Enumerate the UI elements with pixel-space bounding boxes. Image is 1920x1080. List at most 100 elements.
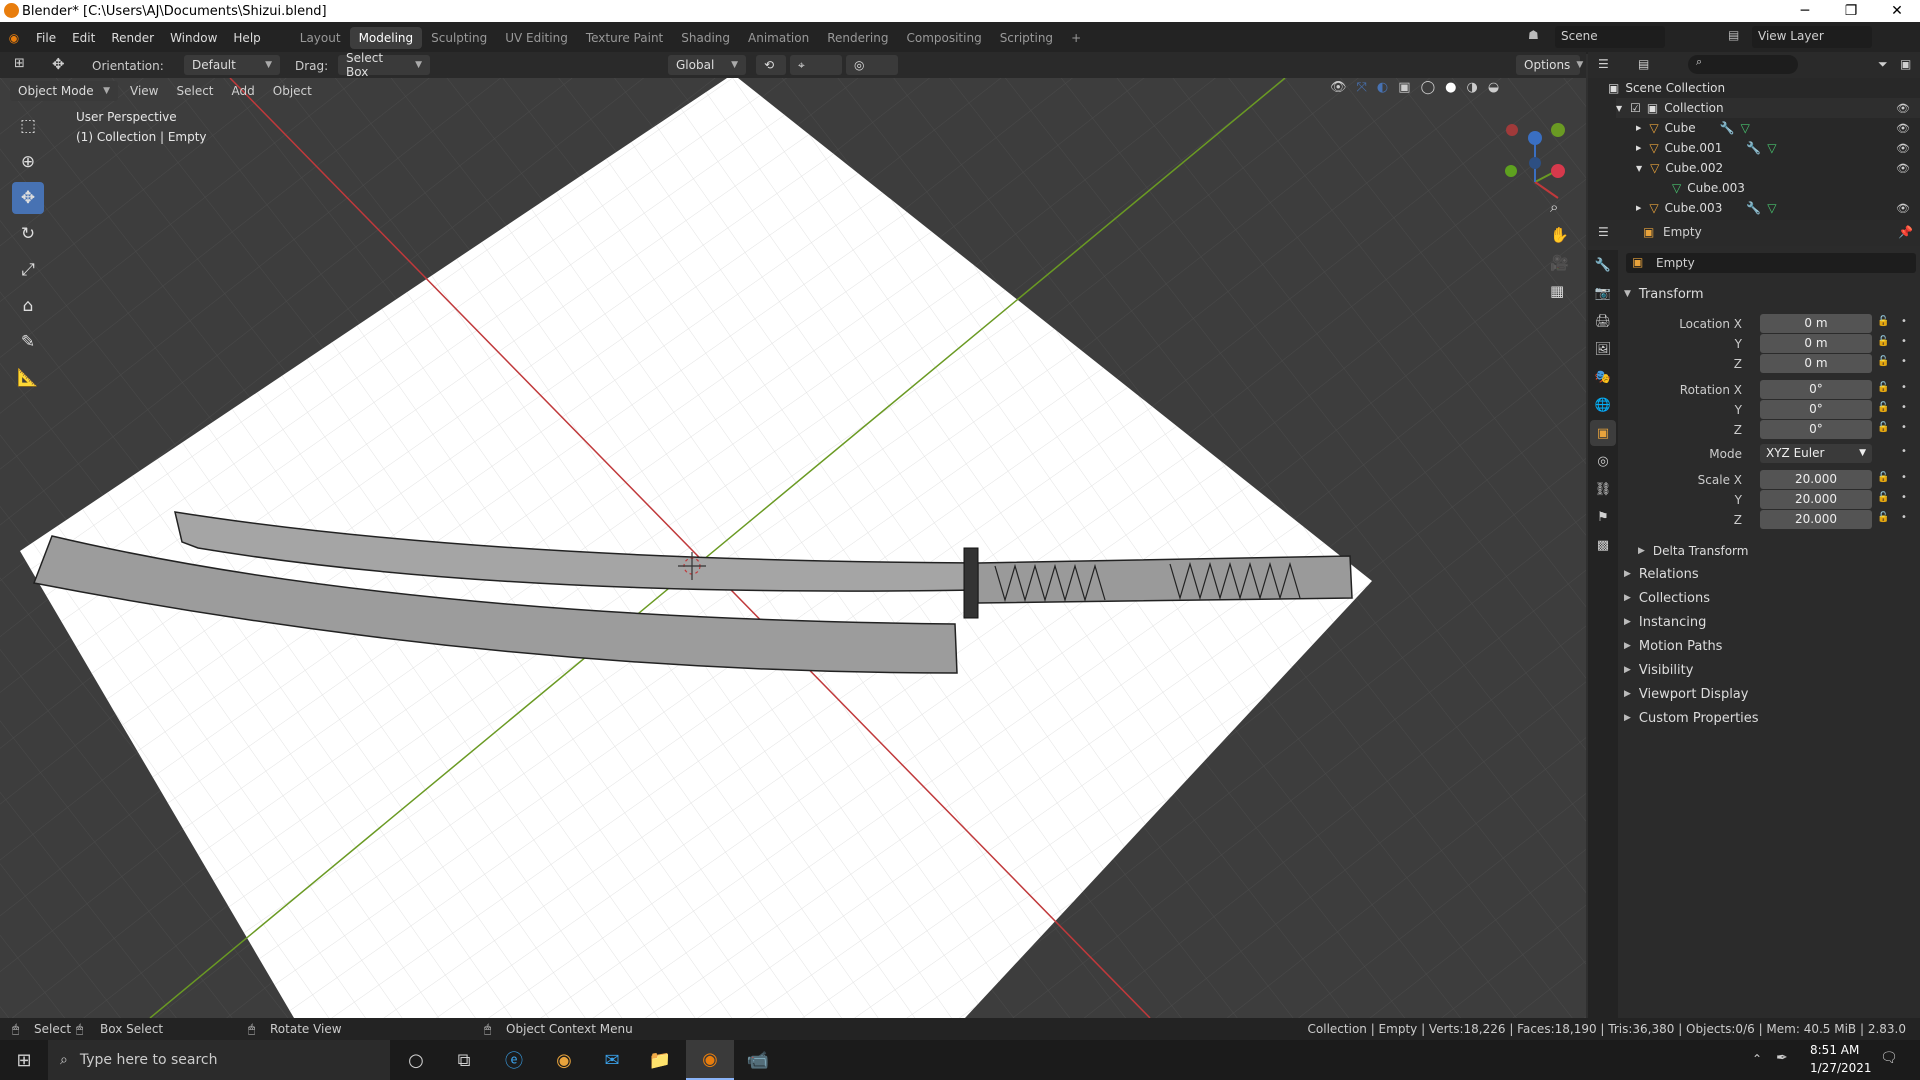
orientation-dropdown[interactable]: Default ▼ (184, 55, 280, 75)
keyframe-dot-icon[interactable]: • (1901, 472, 1907, 483)
keyframe-dot-icon[interactable]: • (1901, 316, 1907, 327)
view-layer-tab-icon[interactable]: 🖼 (1590, 336, 1616, 362)
scene-selector[interactable]: Scene (1555, 26, 1665, 48)
render-tab-icon[interactable]: 📷 (1590, 280, 1616, 306)
transform-section-header[interactable]: ▼ Transform (1624, 283, 1704, 305)
tab-modeling[interactable]: Modeling (349, 27, 423, 49)
task-view-icon[interactable]: ⧉ (440, 1040, 488, 1080)
viewport-canvas[interactable] (0, 78, 1586, 1018)
outliner-item-cube-003[interactable]: ▶ ▽ Cube.003 🔧 ▽ 👁 (1636, 198, 1920, 218)
view-layer-selector[interactable]: View Layer (1752, 26, 1872, 48)
keyframe-dot-icon[interactable]: • (1901, 382, 1907, 393)
delta-transform-section[interactable]: ▶ Delta Transform (1638, 540, 1748, 562)
transform-tool-icon[interactable]: ⌂ (12, 290, 44, 322)
menu-window[interactable]: Window (162, 31, 225, 45)
select-box-tool-icon[interactable]: ⬚ (12, 110, 44, 142)
instancing-section[interactable]: ▶ Instancing (1624, 611, 1706, 633)
lock-icon[interactable]: 🔓 (1877, 336, 1889, 347)
lock-icon[interactable]: 🔓 (1877, 356, 1889, 367)
keyframe-dot-icon[interactable]: • (1901, 356, 1907, 367)
blender-menu-icon[interactable]: ◉ (0, 31, 28, 45)
minimize-button[interactable]: ─ (1782, 0, 1828, 22)
notifications-icon[interactable]: 🗨 (1880, 1050, 1898, 1066)
properties-editor-type-icon[interactable]: ☰ (1598, 225, 1609, 239)
tab-sculpting[interactable]: Sculpting (422, 27, 496, 49)
cortana-icon[interactable]: ○ (392, 1040, 440, 1080)
location-z-field[interactable]: 0 m (1760, 354, 1872, 373)
restore-button[interactable]: ❐ (1828, 0, 1874, 22)
rotate-tool-icon[interactable]: ↻ (12, 218, 44, 250)
cursor-tool-icon[interactable]: ⊕ (12, 146, 44, 178)
tab-scripting[interactable]: Scripting (991, 27, 1062, 49)
object-name-field[interactable]: Empty (1626, 253, 1916, 273)
display-mode-icon[interactable]: ▤ (1638, 57, 1649, 71)
scale-x-field[interactable]: 20.000 (1760, 470, 1872, 489)
rotation-z-field[interactable]: 0° (1760, 420, 1872, 439)
file-explorer-icon[interactable]: 📁 (636, 1040, 684, 1080)
menu-file[interactable]: File (28, 31, 64, 45)
menu-view[interactable]: View (124, 81, 164, 101)
tool-tab-icon[interactable]: 🔧 (1590, 252, 1616, 278)
tab-shading[interactable]: Shading (672, 27, 739, 49)
close-button[interactable]: ✕ (1874, 0, 1920, 22)
tab-animation[interactable]: Animation (739, 27, 818, 49)
chevron-right-icon[interactable]: ▶ (1636, 124, 1641, 132)
collections-section[interactable]: ▶ Collections (1624, 587, 1710, 609)
eye-icon[interactable]: 👁 (1896, 102, 1910, 115)
texture-tab-icon[interactable]: ▩ (1590, 532, 1616, 558)
mode-dropdown[interactable]: Object Mode ▼ (10, 81, 118, 101)
visibility-section[interactable]: ▶ Visibility (1624, 659, 1693, 681)
blender-taskbar-icon[interactable]: ◉ (686, 1040, 734, 1080)
world-tab-icon[interactable]: 🌐 (1590, 392, 1616, 418)
chevron-right-icon[interactable]: ▶ (1636, 144, 1641, 152)
menu-render[interactable]: Render (103, 31, 162, 45)
object-type-icon[interactable]: ▣ (1632, 255, 1643, 269)
outliner-collection[interactable]: ▼ ☑ ▣ Collection 👁 (1616, 98, 1920, 118)
mail-icon[interactable]: ✉ (588, 1040, 636, 1080)
scale-y-field[interactable]: 20.000 (1760, 490, 1872, 509)
tab-texture-paint[interactable]: Texture Paint (577, 27, 672, 49)
proportional-edit-button[interactable]: ◎ (846, 55, 898, 75)
scale-tool-icon[interactable]: ⤢ (12, 254, 44, 286)
measure-tool-icon[interactable]: 📐 (12, 362, 44, 394)
gizmo-icon[interactable]: ⤧ (1357, 80, 1367, 95)
lock-icon[interactable]: 🔓 (1877, 422, 1889, 433)
lock-icon[interactable]: 🔓 (1877, 402, 1889, 413)
menu-help[interactable]: Help (225, 31, 268, 45)
lock-icon[interactable]: 🔓 (1877, 472, 1889, 483)
snap-button[interactable]: ⌖ (790, 55, 842, 75)
keyframe-dot-icon[interactable]: • (1901, 512, 1907, 523)
tab-uv-editing[interactable]: UV Editing (496, 27, 577, 49)
options-dropdown[interactable]: Options ▼ (1516, 55, 1583, 75)
motion-paths-section[interactable]: ▶ Motion Paths (1624, 635, 1722, 657)
keyframe-dot-icon[interactable]: • (1901, 422, 1907, 433)
location-y-field[interactable]: 0 m (1760, 334, 1872, 353)
checkbox-icon[interactable]: ☑ (1630, 101, 1641, 115)
camera-icon[interactable]: 🎥 (1550, 254, 1569, 272)
xray-icon[interactable]: ▣ (1398, 80, 1410, 95)
outliner-editor-type-icon[interactable]: ☰ (1598, 57, 1609, 71)
rotation-y-field[interactable]: 0° (1760, 400, 1872, 419)
eye-icon[interactable]: 👁 (1896, 122, 1910, 135)
data-tab-icon[interactable]: ⚑ (1590, 504, 1616, 530)
chevron-down-icon[interactable]: ▼ (1616, 104, 1622, 113)
tab-rendering[interactable]: Rendering (818, 27, 897, 49)
keyframe-dot-icon[interactable]: • (1901, 446, 1907, 457)
rendered-shading-icon[interactable]: ◒ (1488, 80, 1499, 95)
menu-object[interactable]: Object (267, 81, 318, 101)
pin-icon[interactable]: 📌 (1898, 225, 1913, 239)
overlay-icon[interactable]: ◐ (1377, 80, 1388, 95)
outliner-scene-collection[interactable]: ▣ Scene Collection (1608, 78, 1920, 98)
keyframe-dot-icon[interactable]: • (1901, 492, 1907, 503)
lock-icon[interactable]: 🔓 (1877, 316, 1889, 327)
rotation-x-field[interactable]: 0° (1760, 380, 1872, 399)
scene-icon[interactable]: ☗ (1528, 28, 1539, 42)
lock-icon[interactable]: 🔓 (1877, 512, 1889, 523)
edge-browser-icon[interactable]: ⓔ (490, 1040, 538, 1080)
handle-mesh[interactable] (977, 555, 1353, 604)
wireframe-shading-icon[interactable]: ◯ (1421, 80, 1436, 95)
physics-tab-icon[interactable]: ◎ (1590, 448, 1616, 474)
menu-edit[interactable]: Edit (64, 31, 103, 45)
clock-date[interactable]: 1/27/2021 (1810, 1061, 1872, 1075)
menu-add[interactable]: Add (226, 81, 261, 101)
